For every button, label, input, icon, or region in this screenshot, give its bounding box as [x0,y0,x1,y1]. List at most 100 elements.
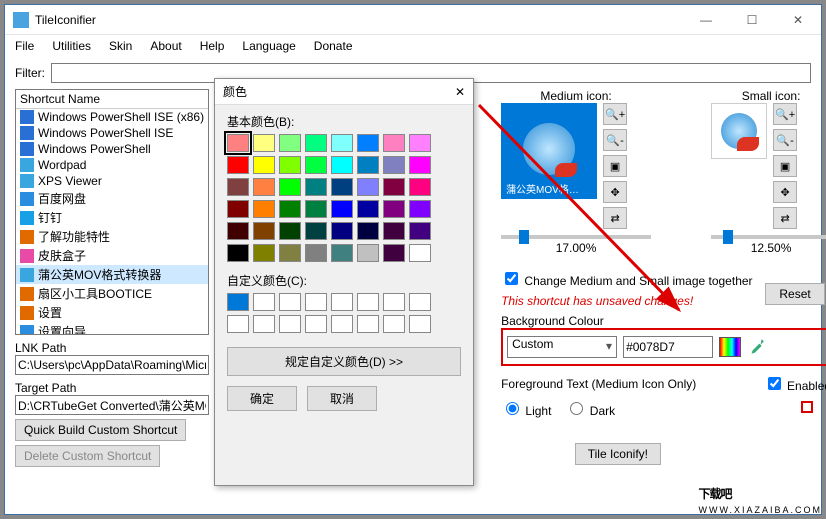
color-swatch[interactable] [305,134,327,152]
dark-radio[interactable]: Dark [565,399,615,418]
color-swatch[interactable] [383,156,405,174]
custom-color-swatch[interactable] [253,293,275,311]
close-button[interactable]: ✕ [775,5,821,35]
color-swatch[interactable] [305,222,327,240]
color-swatch[interactable] [227,134,249,152]
custom-color-swatch[interactable] [331,293,353,311]
center-button-sm[interactable]: ▣ [773,155,797,177]
custom-color-swatch[interactable] [227,315,249,333]
color-swatch[interactable] [227,156,249,174]
color-swatch[interactable] [253,200,275,218]
color-swatch[interactable] [409,134,431,152]
medium-tile-preview[interactable]: 蒲公英MOV格… [501,103,597,199]
swap-button-sm[interactable]: ⇄ [773,207,797,229]
zoom-out-button[interactable]: 🔍- [603,129,627,151]
color-swatch[interactable] [357,178,379,196]
color-swatch[interactable] [279,244,301,262]
target-path-input[interactable] [15,395,209,415]
list-item[interactable]: Windows PowerShell ISE [16,125,208,141]
color-swatch[interactable] [383,222,405,240]
color-swatch[interactable] [253,244,275,262]
eyedropper-icon[interactable] [747,338,765,356]
color-swatch[interactable] [331,178,353,196]
center-button[interactable]: ▣ [603,155,627,177]
color-swatch[interactable] [383,200,405,218]
ok-button[interactable]: 确定 [227,386,297,411]
light-radio[interactable]: Light [501,399,551,418]
cancel-button[interactable]: 取消 [307,386,377,411]
move-button-sm[interactable]: ✥ [773,181,797,203]
color-swatch[interactable] [227,222,249,240]
color-swatch[interactable] [409,244,431,262]
color-swatch[interactable] [253,134,275,152]
small-zoom-slider[interactable] [711,235,826,239]
color-swatch[interactable] [279,134,301,152]
custom-color-swatch[interactable] [357,315,379,333]
menu-file[interactable]: File [15,39,34,53]
list-item[interactable]: 设置向导 [16,322,208,335]
list-item[interactable]: Windows PowerShell [16,141,208,157]
color-swatch[interactable] [357,244,379,262]
color-swatch[interactable] [305,156,327,174]
custom-color-swatch[interactable] [279,293,301,311]
custom-color-swatch[interactable] [279,315,301,333]
color-swatch[interactable] [383,134,405,152]
color-swatch[interactable] [331,134,353,152]
custom-color-swatch[interactable] [331,315,353,333]
color-swatch[interactable] [409,200,431,218]
color-swatch[interactable] [279,222,301,240]
custom-color-swatch[interactable] [383,315,405,333]
small-tile-preview[interactable] [711,103,767,159]
custom-color-swatch[interactable] [383,293,405,311]
maximize-button[interactable]: ☐ [729,5,775,35]
enabled-checkbox[interactable]: Enabled [764,374,826,393]
custom-color-swatch[interactable] [409,293,431,311]
color-swatch[interactable] [305,200,327,218]
change-together-checkbox[interactable]: Change Medium and Small image together [501,274,752,288]
color-swatch[interactable] [357,200,379,218]
color-swatch[interactable] [253,178,275,196]
menu-language[interactable]: Language [242,39,295,53]
color-swatch[interactable] [357,134,379,152]
list-item[interactable]: 钉钉 [16,208,208,227]
color-dialog-close-icon[interactable]: ✕ [455,85,465,99]
color-swatch[interactable] [227,200,249,218]
color-swatch[interactable] [253,222,275,240]
custom-color-swatch[interactable] [357,293,379,311]
color-swatch[interactable] [305,178,327,196]
zoom-out-button-sm[interactable]: 🔍- [773,129,797,151]
menu-help[interactable]: Help [200,39,225,53]
menu-donate[interactable]: Donate [314,39,353,53]
menu-about[interactable]: About [150,39,181,53]
zoom-in-button[interactable]: 🔍+ [603,103,627,125]
color-swatch[interactable] [357,156,379,174]
color-swatch[interactable] [409,178,431,196]
list-item[interactable]: 百度网盘 [16,189,208,208]
color-swatch[interactable] [279,156,301,174]
list-item[interactable]: 了解功能特性 [16,227,208,246]
color-swatch[interactable] [331,222,353,240]
menu-skin[interactable]: Skin [109,39,132,53]
color-swatch[interactable] [383,178,405,196]
custom-color-swatch[interactable] [227,293,249,311]
list-item[interactable]: 皮肤盒子 [16,246,208,265]
reset-button[interactable]: Reset [765,283,825,305]
define-custom-color-button[interactable]: 规定自定义颜色(D) >> [227,347,461,376]
menu-utilities[interactable]: Utilities [52,39,91,53]
list-item[interactable]: 蒲公英MOV格式转换器 [16,265,208,284]
list-item[interactable]: Windows PowerShell ISE (x86) [16,109,208,125]
custom-color-swatch[interactable] [409,315,431,333]
color-swatch[interactable] [227,244,249,262]
color-swatch[interactable] [357,222,379,240]
bg-hex-input[interactable] [623,336,713,358]
color-swatch[interactable] [331,156,353,174]
list-item[interactable]: 扇区小工具BOOTICE [16,284,208,303]
minimize-button[interactable]: — [683,5,729,35]
medium-zoom-slider[interactable] [501,235,651,239]
color-swatch[interactable] [279,200,301,218]
colour-swatch-button[interactable] [719,337,741,357]
color-swatch[interactable] [227,178,249,196]
shortcut-list[interactable]: Windows PowerShell ISE (x86)Windows Powe… [16,109,208,335]
custom-color-swatch[interactable] [305,315,327,333]
color-swatch[interactable] [279,178,301,196]
